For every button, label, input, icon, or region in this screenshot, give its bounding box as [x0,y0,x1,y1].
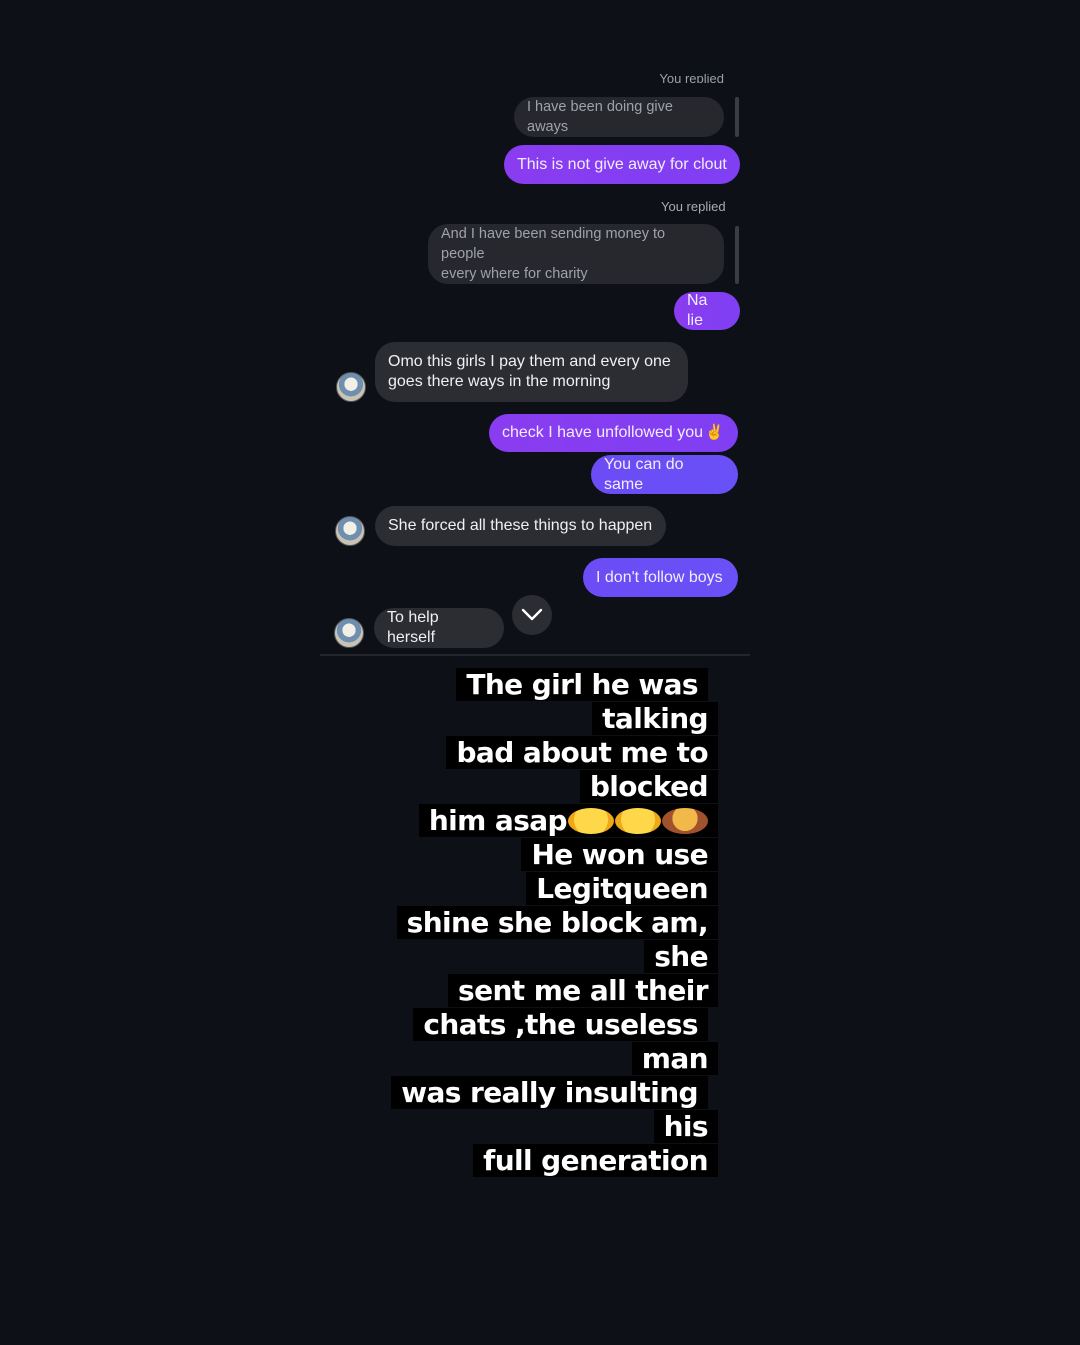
message-text-line: And I have been sending money to people [441,226,666,262]
caption-line: full generation [356,1144,718,1178]
message-text: You can do same [604,455,684,493]
incoming-message[interactable]: To help herself [374,608,504,648]
caption-line: him asap [356,804,718,838]
message-text: I have been doing give aways [527,99,673,135]
message-text-line: Omo this girls I pay them and every one [388,353,671,370]
message-text: To help herself [387,609,439,646]
chevron-down-icon [521,608,543,621]
tears-of-joy-emoji [568,808,614,834]
outgoing-message[interactable]: I don't follow boys [583,558,738,597]
message-text: check I have unfollowed you [502,424,704,441]
replied-label-cut: You replied [659,74,724,83]
outgoing-message[interactable]: You can do same [591,455,738,494]
caption-line: bad about me to blocked [356,736,718,804]
divider [320,654,750,656]
caption-line: The girl he was talking [356,668,718,736]
outgoing-message[interactable]: This is not give away for clout [504,145,740,184]
incoming-message[interactable]: She forced all these things to happen [375,506,666,546]
caption-line: sent me all their [356,974,718,1008]
chat-screenshot: You replied I have been doing give aways… [320,60,750,660]
caption-line: was really insulting his [356,1076,718,1144]
quoted-message[interactable]: And I have been sending money to people … [428,224,724,284]
outgoing-message[interactable]: Na lie [674,292,740,330]
incoming-message[interactable]: Omo this girls I pay them and every one … [375,342,688,402]
avatar[interactable] [335,516,365,546]
quoted-message[interactable]: I have been doing give aways [514,97,724,137]
victory-hand-emoji: ✌️ [705,424,724,441]
facepalm-emoji [662,808,708,834]
outgoing-message[interactable]: check I have unfollowed you ✌️ [489,414,738,452]
replied-label: You replied [661,199,726,214]
caption-line: He won use Legitqueen [356,838,718,906]
story-caption: The girl he was talking bad about me to … [356,668,718,1178]
reply-bar [735,226,739,284]
caption-text: him asap [428,804,568,837]
message-text: I don't follow boys [596,568,723,586]
message-text: She forced all these things to happen [388,517,653,534]
caption-line: chats ,the useless man [356,1008,718,1076]
message-text-line: every where for charity [441,266,588,282]
reply-bar [735,97,739,137]
message-text-line: goes there ways in the morning [388,373,611,390]
message-text: Na lie [687,292,708,329]
avatar[interactable] [336,372,366,402]
rolling-laughing-emoji [615,808,661,834]
caption-line: shine she block am, she [356,906,718,974]
scroll-to-bottom-button[interactable] [512,595,552,635]
message-text: This is not give away for clout [517,155,727,173]
avatar[interactable] [334,618,364,648]
